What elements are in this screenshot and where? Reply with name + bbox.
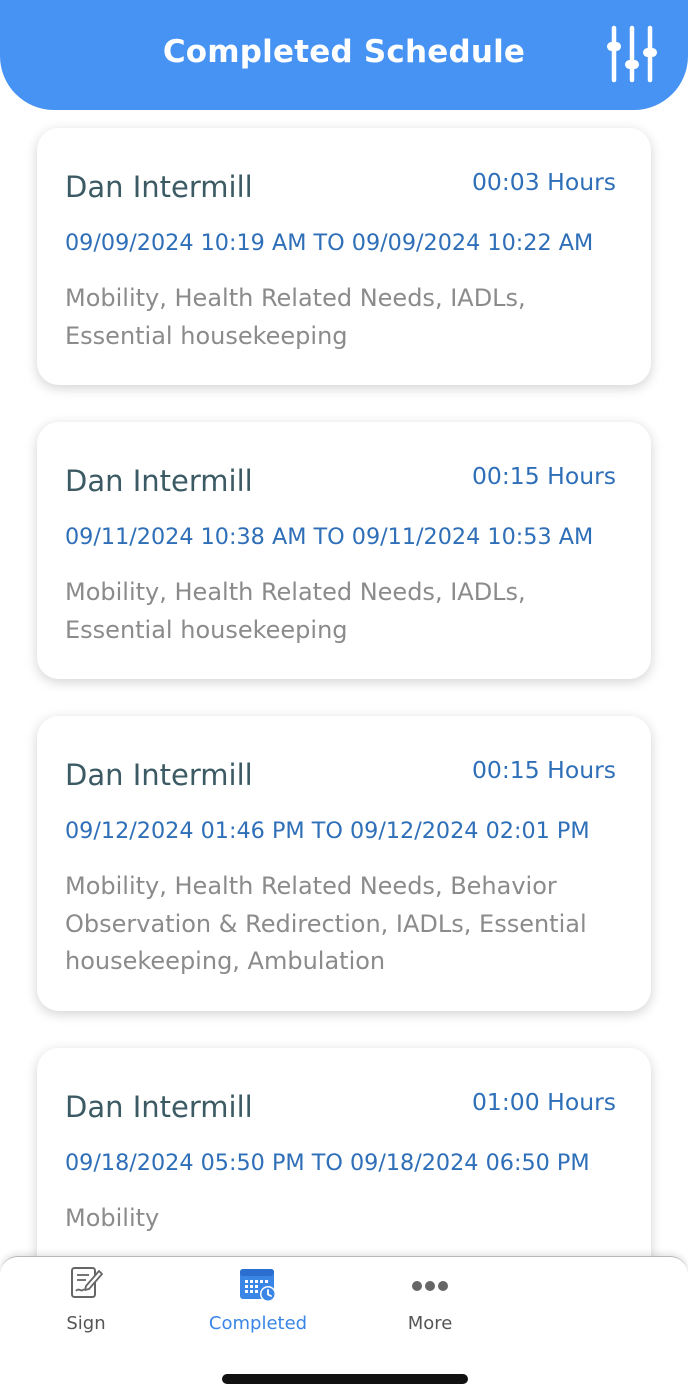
time-range: 09/12/2024 01:46 PM TO 09/12/2024 02:01 …	[65, 818, 590, 844]
client-name: Dan Intermill	[65, 170, 253, 204]
duration-hours: 00:15 Hours	[471, 756, 616, 784]
client-name: Dan Intermill	[65, 1090, 253, 1124]
tab-more-label: More	[407, 1313, 453, 1334]
more-dots-icon	[412, 1281, 448, 1291]
page-title: Completed Schedule	[162, 34, 526, 70]
schedule-card[interactable]: Dan Intermill 00:15 Hours 09/12/2024 01:…	[37, 716, 651, 1011]
calendar-clock-icon	[240, 1269, 276, 1302]
sliders-icon	[607, 25, 657, 83]
schedule-card[interactable]: Dan Intermill 00:15 Hours 09/11/2024 10:…	[37, 422, 651, 679]
time-range: 09/11/2024 10:38 AM TO 09/11/2024 10:53 …	[65, 524, 594, 550]
client-name: Dan Intermill	[65, 758, 253, 792]
header-bar: Completed Schedule	[0, 0, 688, 110]
services-list: Mobility, Health Related Needs, IADLs, E…	[65, 284, 526, 350]
tab-more[interactable]: More	[370, 1257, 490, 1347]
schedule-card[interactable]: Dan Intermill 01:00 Hours 09/18/2024 05:…	[37, 1048, 651, 1258]
schedule-card[interactable]: Dan Intermill 00:03 Hours 09/09/2024 10:…	[37, 128, 651, 385]
home-indicator	[222, 1374, 468, 1384]
services-list: Mobility	[65, 1204, 160, 1232]
duration-hours: 00:03 Hours	[471, 168, 616, 196]
sign-document-icon	[71, 1267, 103, 1298]
services-list: Mobility, Health Related Needs, Behavior…	[65, 872, 587, 975]
time-range: 09/18/2024 05:50 PM TO 09/18/2024 06:50 …	[65, 1150, 590, 1176]
schedule-list[interactable]: Dan Intermill 00:03 Hours 09/09/2024 10:…	[0, 0, 688, 1258]
time-range: 09/09/2024 10:19 AM TO 09/09/2024 10:22 …	[65, 230, 594, 256]
tab-completed[interactable]: Completed	[198, 1257, 318, 1347]
tab-sign-label: Sign	[66, 1313, 106, 1334]
filter-button[interactable]	[604, 24, 660, 88]
tab-sign[interactable]: Sign	[26, 1257, 146, 1347]
client-name: Dan Intermill	[65, 464, 253, 498]
tab-completed-label: Completed	[208, 1313, 308, 1334]
duration-hours: 00:15 Hours	[471, 462, 616, 490]
services-list: Mobility, Health Related Needs, IADLs, E…	[65, 578, 526, 644]
duration-hours: 01:00 Hours	[471, 1088, 616, 1116]
